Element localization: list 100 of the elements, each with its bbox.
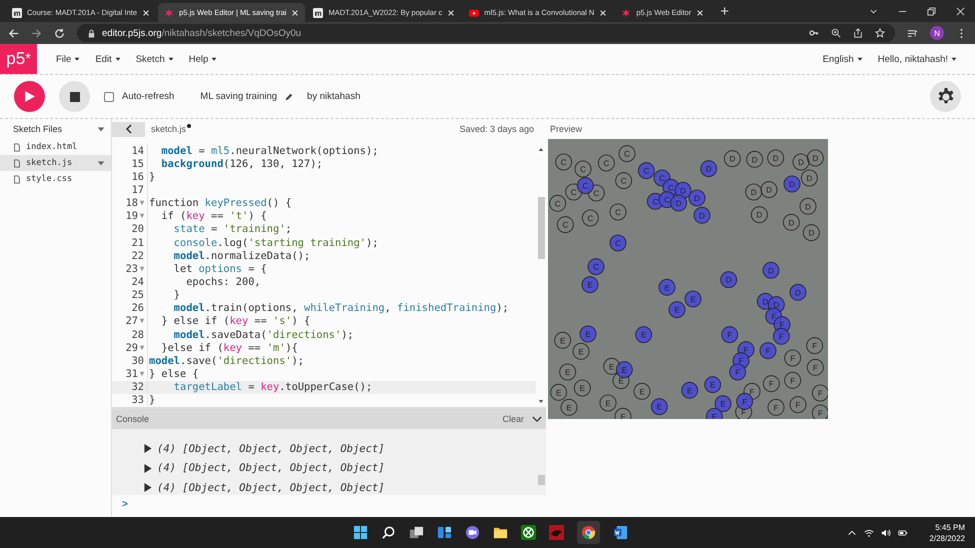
menu-bar-item[interactable]: Edit [95,54,112,64]
task-view-icon[interactable] [409,525,424,540]
user-menu[interactable]: Hello, niktahash! [878,54,948,64]
code-line: } [148,170,156,183]
expand-arrow-icon[interactable] [144,464,152,473]
close-icon[interactable] [696,8,704,16]
line-number: 20 [132,223,144,236]
wifi-icon[interactable] [864,528,874,538]
fold-arrow-icon[interactable] [139,213,145,220]
data-point: E [614,408,632,419]
data-point: C [588,258,604,276]
scrollbar-thumb[interactable] [538,475,544,485]
data-point: E [668,301,686,318]
widgets-icon[interactable] [437,525,452,540]
line-number: 14 [132,144,144,157]
fold-arrow-icon[interactable] [139,318,145,324]
start-icon[interactable] [353,525,368,540]
restore-icon[interactable] [927,7,936,16]
caret-down-icon[interactable] [869,7,878,16]
forward-arrow-icon[interactable] [31,28,42,38]
pencil-icon[interactable] [285,92,294,100]
word-icon[interactable] [613,525,628,540]
close-icon[interactable] [291,8,300,16]
chat-icon[interactable] [465,525,480,540]
code-line: } [172,289,180,302]
caret-down-icon[interactable] [168,56,174,62]
close-icon[interactable] [142,8,150,16]
data-point: D [767,150,784,166]
reload-icon[interactable] [54,28,65,38]
caret-down-icon[interactable] [856,56,863,62]
data-point: E [554,332,572,349]
star-icon[interactable] [875,28,885,38]
chevron-down-icon[interactable] [532,416,542,422]
code-line: model.normalizeData(); [172,250,310,262]
m-logo-icon [12,8,22,18]
caret-down-icon[interactable] [951,56,957,62]
scrollbar-thumb[interactable] [538,197,544,259]
clock-date[interactable]: 2/28/2022 [929,532,965,544]
address-field[interactable]: editor.p5js.org/niktahash/sketches/VqDOsOy0u [77,24,895,42]
settings-button[interactable] [930,81,961,112]
fold-arrow-icon[interactable] [139,344,145,351]
caret-down-icon[interactable] [74,56,80,62]
code-line: state = 'training'; [172,223,292,236]
stop-button[interactable] [59,81,90,112]
scroll-up-icon[interactable] [538,147,544,152]
caret-down-icon[interactable] [97,125,105,133]
play-logo-icon [469,8,480,18]
data-point: D [724,150,741,168]
new-tab-button[interactable]: + [712,3,737,22]
clock-time[interactable]: 5:45 PM [935,522,965,532]
console-entry: (4) [Object, Object, Object, Object] [157,462,385,474]
close-icon[interactable] [956,7,965,16]
console-entry: (4) [Object, Object, Object, Object] [157,482,385,494]
data-point: F [784,350,802,366]
fold-arrow-icon[interactable] [139,370,145,377]
chrome-button[interactable] [577,521,600,544]
chrome-icon [581,525,596,540]
data-point: E [603,358,620,375]
key-icon[interactable] [809,28,819,38]
data-point: E [560,398,578,416]
line-number: 32 [132,381,144,394]
zoom-icon[interactable] [831,28,841,38]
fold-arrow-icon[interactable] [139,266,145,272]
data-point: E [635,326,652,344]
caret-down-icon[interactable] [114,56,121,62]
clear-button[interactable]: Clear [502,414,524,424]
code-line: console.log('starting training'); [172,236,378,249]
menu-bar-item[interactable]: Sketch [136,54,165,64]
fold-arrow-icon[interactable] [139,200,145,206]
data-point: E [704,376,722,394]
scroll-down-icon[interactable] [538,399,544,404]
battery-icon[interactable] [898,528,908,538]
back-arrow-icon[interactable] [8,28,19,38]
language-menu[interactable]: English [822,54,854,64]
lock-icon [87,28,96,38]
collapse-button[interactable] [112,122,145,136]
auto-refresh-checkbox[interactable] [104,92,114,102]
data-point: F [762,375,780,392]
search-icon[interactable] [381,525,396,540]
expand-arrow-icon[interactable] [144,483,152,492]
data-point: E [572,342,590,360]
xbox-icon[interactable] [521,525,536,540]
play-button[interactable] [14,81,45,112]
menu-bar-item[interactable]: Help [188,54,208,64]
share-icon[interactable] [853,28,863,38]
close-icon[interactable] [447,8,456,16]
sketch-files-title: Sketch Files [13,124,62,134]
console-prompt[interactable]: > [122,498,128,510]
caret-down-icon[interactable] [211,56,218,62]
sidebar-file[interactable]: index.html [0,139,111,155]
media-list-icon[interactable] [907,28,918,38]
folder-icon[interactable] [493,525,508,540]
sidebar-file[interactable]: style.css [0,171,111,187]
close-icon[interactable] [599,8,608,16]
menu-bar-item[interactable]: File [56,54,72,64]
data-point: E [684,290,702,308]
expand-arrow-icon[interactable] [144,444,152,454]
volume-icon[interactable] [881,528,892,538]
profile-avatar[interactable]: N [930,26,944,40]
sidebar-file[interactable]: sketch.js [0,155,111,171]
